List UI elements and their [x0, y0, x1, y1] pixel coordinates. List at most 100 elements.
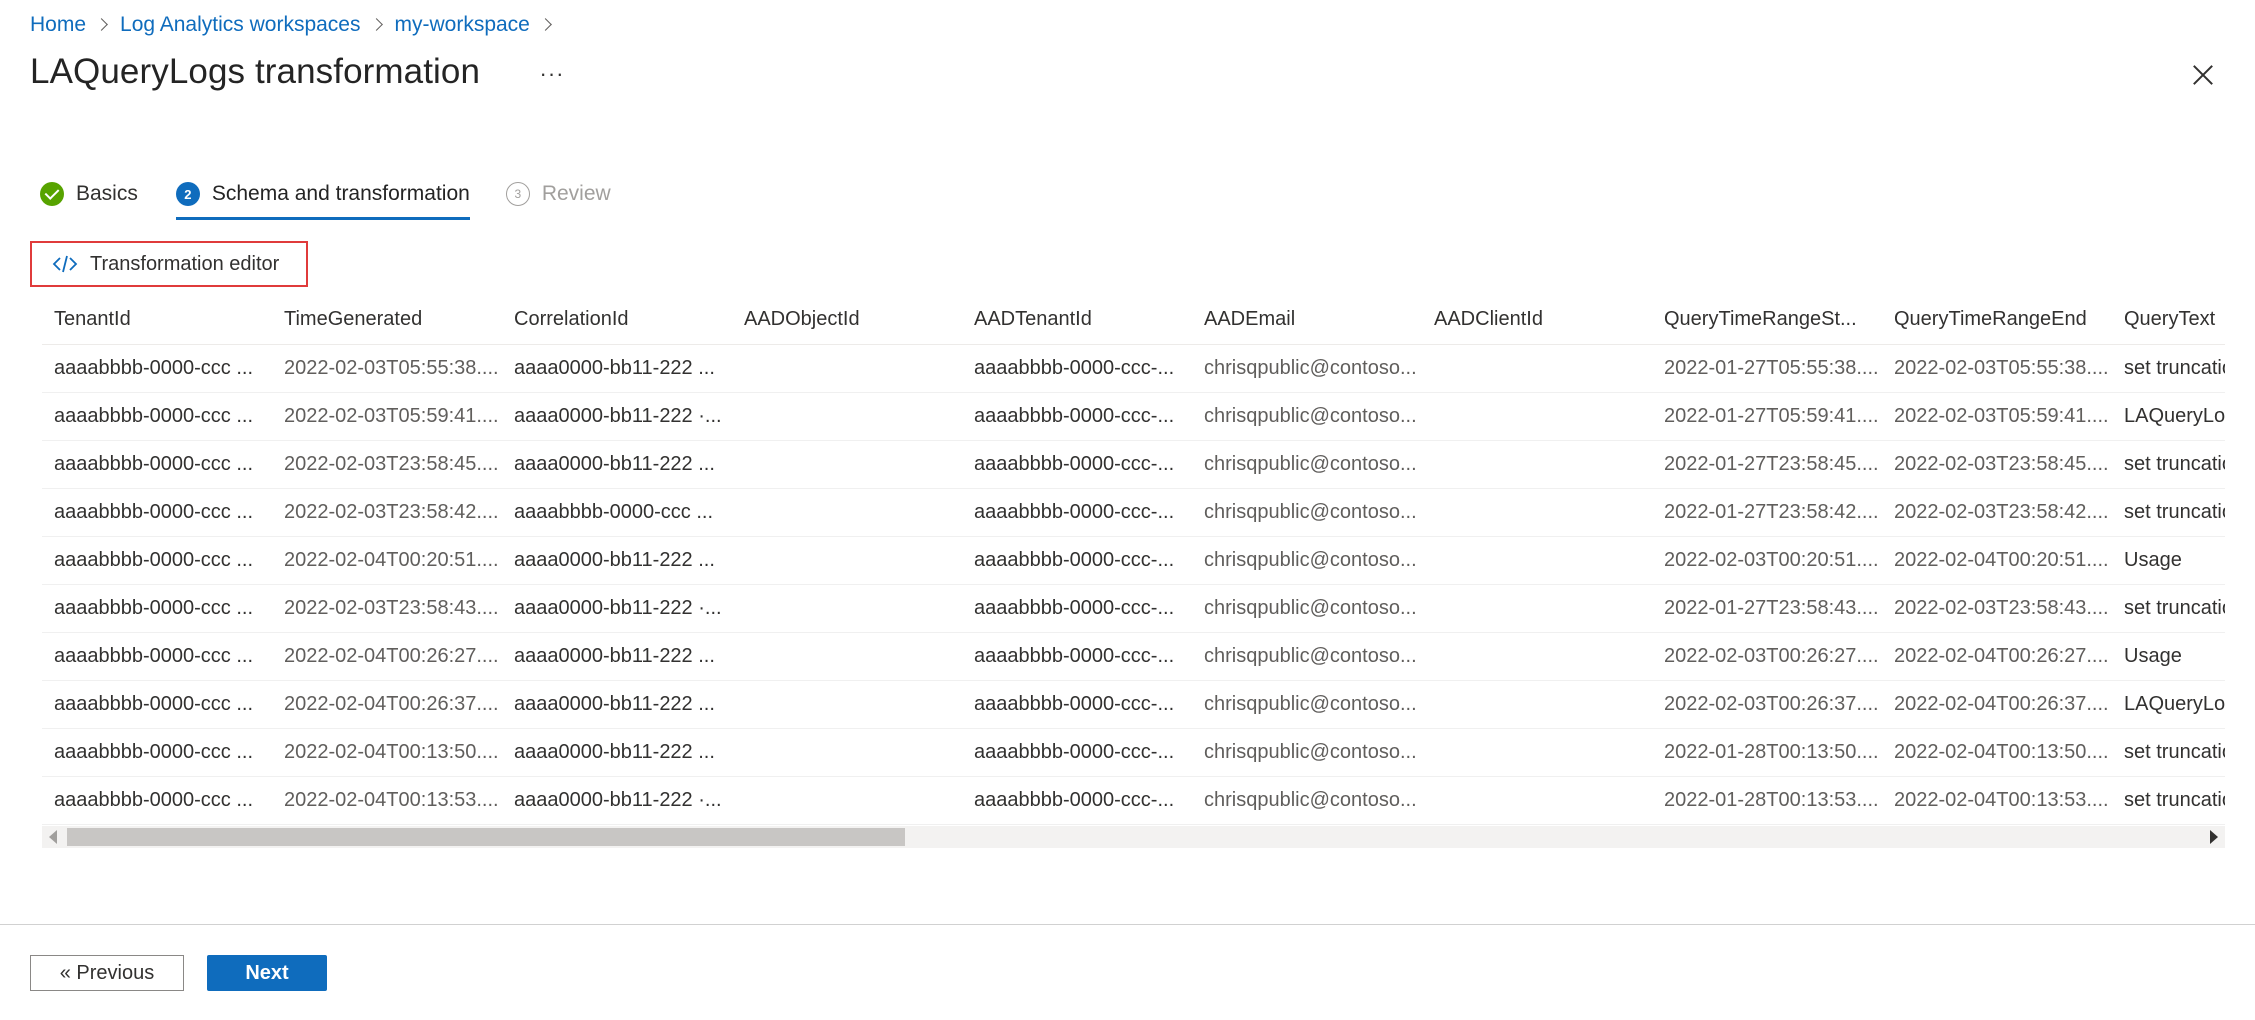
table-cell: chrisqpublic@contoso...: [1192, 536, 1422, 585]
column-header[interactable]: AADTenantId: [962, 296, 1192, 345]
table-cell: 2022-02-04T00:26:37....: [1882, 680, 2112, 729]
table-cell: aaaabbbb-0000-ccc ...: [42, 680, 272, 729]
table-cell: 2022-02-03T05:59:41....: [1882, 392, 2112, 441]
table-cell: chrisqpublic@contoso...: [1192, 776, 1422, 825]
table-cell: [1422, 728, 1652, 777]
breadcrumb-my-workspace[interactable]: my-workspace: [395, 13, 530, 37]
table-cell: 2022-01-27T23:58:42....: [1652, 488, 1882, 537]
table-cell: [732, 392, 962, 441]
table-cell: 2022-02-03T23:58:45....: [272, 440, 502, 489]
table-cell: chrisqpublic@contoso...: [1192, 440, 1422, 489]
breadcrumb-home[interactable]: Home: [30, 13, 86, 37]
table-cell: LAQueryLogs | take: [2112, 392, 2225, 441]
table-cell: [1422, 344, 1652, 393]
table-cell: set truncationmaxrec: [2112, 776, 2225, 825]
table-row[interactable]: aaaabbbb-0000-ccc ... 2022-02-03T05:59:41…: [42, 392, 2225, 441]
table-cell: [1422, 584, 1652, 633]
scrollbar-thumb[interactable]: [67, 828, 905, 846]
table-cell: 2022-01-27T23:58:43....: [1652, 584, 1882, 633]
table-row[interactable]: aaaabbbb-0000-ccc ... 2022-02-04T00:13:53…: [42, 776, 2225, 825]
column-header[interactable]: QueryText: [2112, 296, 2225, 345]
table-cell: set truncationmaxrec: [2112, 728, 2225, 777]
table-cell: [732, 536, 962, 585]
wizard-steps: Basics 2 Schema and transformation 3 Rev…: [40, 176, 611, 220]
table-cell: aaaabbbb-0000-ccc-...: [962, 584, 1192, 633]
table-row[interactable]: aaaabbbb-0000-ccc ... 2022-02-03T05:55:38…: [42, 344, 2225, 393]
table-row[interactable]: aaaabbbb-0000-ccc ... 2022-02-04T00:26:27…: [42, 632, 2225, 681]
table-cell: [1422, 776, 1652, 825]
scroll-left-icon[interactable]: [49, 830, 57, 844]
column-header[interactable]: AADEmail: [1192, 296, 1422, 345]
table-cell: aaaabbbb-0000-ccc ...: [502, 488, 732, 537]
table-row[interactable]: aaaabbbb-0000-ccc ... 2022-02-04T00:20:51…: [42, 536, 2225, 585]
scroll-right-icon[interactable]: [2210, 830, 2218, 844]
table-row[interactable]: aaaabbbb-0000-ccc ... 2022-02-03T23:58:42…: [42, 488, 2225, 537]
table-cell: aaaa0000-bb11-222 ...: [502, 344, 732, 393]
column-header[interactable]: TimeGenerated: [272, 296, 502, 345]
breadcrumb-log-analytics-workspaces[interactable]: Log Analytics workspaces: [120, 13, 360, 37]
table-cell: LAQueryLogs: [2112, 680, 2225, 729]
table-cell: chrisqpublic@contoso...: [1192, 632, 1422, 681]
table-cell: set truncationmaxrec: [2112, 488, 2225, 537]
table-cell: set truncationmaxrec: [2112, 584, 2225, 633]
table-cell: Usage: [2112, 536, 2225, 585]
table-cell: aaaa0000-bb11-222 ...: [502, 680, 732, 729]
chevron-right-icon: [530, 10, 564, 40]
table-cell: aaaabbbb-0000-ccc-...: [962, 680, 1192, 729]
table-cell: [732, 776, 962, 825]
table-row[interactable]: aaaabbbb-0000-ccc ... 2022-02-04T00:26:37…: [42, 680, 2225, 729]
table-cell: [1422, 632, 1652, 681]
table-cell: set truncationmaxrec: [2112, 344, 2225, 393]
column-header[interactable]: CorrelationId: [502, 296, 732, 345]
column-header[interactable]: QueryTimeRangeSt...: [1652, 296, 1882, 345]
table-cell: [1422, 488, 1652, 537]
table-cell: 2022-02-04T00:13:53....: [1882, 776, 2112, 825]
table-cell: 2022-02-03T05:55:38....: [272, 344, 502, 393]
table-cell: 2022-01-28T00:13:50....: [1652, 728, 1882, 777]
column-header[interactable]: TenantId: [42, 296, 272, 345]
table-cell: chrisqpublic@contoso...: [1192, 488, 1422, 537]
table-cell: 2022-01-28T00:13:53....: [1652, 776, 1882, 825]
step-basics[interactable]: Basics: [40, 176, 138, 212]
table-cell: 2022-02-03T00:26:37....: [1652, 680, 1882, 729]
previous-button[interactable]: « Previous: [30, 955, 184, 991]
table-cell: aaaabbbb-0000-ccc ...: [42, 584, 272, 633]
table-cell: 2022-02-04T00:26:27....: [1882, 632, 2112, 681]
table-cell: Usage: [2112, 632, 2225, 681]
step-review[interactable]: 3 Review: [505, 176, 611, 212]
schema-preview-table: TenantId TimeGenerated CorrelationId AADObj…: [42, 296, 2225, 825]
table-row[interactable]: aaaabbbb-0000-ccc ... 2022-02-04T00:13:50…: [42, 728, 2225, 777]
column-header[interactable]: AADObjectId: [732, 296, 962, 345]
close-icon[interactable]: [2186, 58, 2220, 92]
step-schema-and-transformation[interactable]: 2 Schema and transformation: [175, 176, 470, 220]
table-cell: aaaabbbb-0000-ccc-...: [962, 536, 1192, 585]
table-row[interactable]: aaaabbbb-0000-ccc ... 2022-02-03T23:58:45…: [42, 440, 2225, 489]
table-row[interactable]: aaaabbbb-0000-ccc ... 2022-02-03T23:58:43…: [42, 584, 2225, 633]
table-cell: 2022-01-27T05:55:38....: [1652, 344, 1882, 393]
step-label: Schema and transformation: [211, 182, 470, 205]
table-cell: [1422, 392, 1652, 441]
table-cell: 2022-02-03T23:58:42....: [1882, 488, 2112, 537]
table-cell: 2022-02-03T00:26:27....: [1652, 632, 1882, 681]
table-cell: aaaa0000-bb11-222 ·...: [502, 392, 732, 441]
chevron-right-icon: [361, 10, 395, 40]
table-cell: aaaa0000-bb11-222 ...: [502, 632, 732, 681]
table-cell: aaaabbbb-0000-ccc ...: [42, 776, 272, 825]
footer-divider: [0, 924, 2255, 925]
table-cell: [1422, 536, 1652, 585]
horizontal-scrollbar[interactable]: [42, 826, 2225, 848]
transformation-editor-button[interactable]: Transformation editor: [30, 241, 308, 287]
step-number-icon: 3: [505, 182, 530, 206]
code-icon: [52, 255, 78, 273]
table-cell: [732, 488, 962, 537]
table-cell: 2022-02-04T00:20:51....: [1882, 536, 2112, 585]
column-header[interactable]: AADClientId: [1422, 296, 1652, 345]
table-cell: aaaabbbb-0000-ccc-...: [962, 440, 1192, 489]
table-cell: 2022-01-27T23:58:45....: [1652, 440, 1882, 489]
table-cell: 2022-02-03T00:20:51....: [1652, 536, 1882, 585]
column-header[interactable]: QueryTimeRangeEnd: [1882, 296, 2112, 345]
table-cell: [1422, 680, 1652, 729]
next-button[interactable]: Next: [207, 955, 327, 991]
schema-preview-grid: TenantId TimeGenerated CorrelationId AADObj…: [42, 296, 2225, 826]
more-options-button[interactable]: ···: [536, 58, 568, 90]
